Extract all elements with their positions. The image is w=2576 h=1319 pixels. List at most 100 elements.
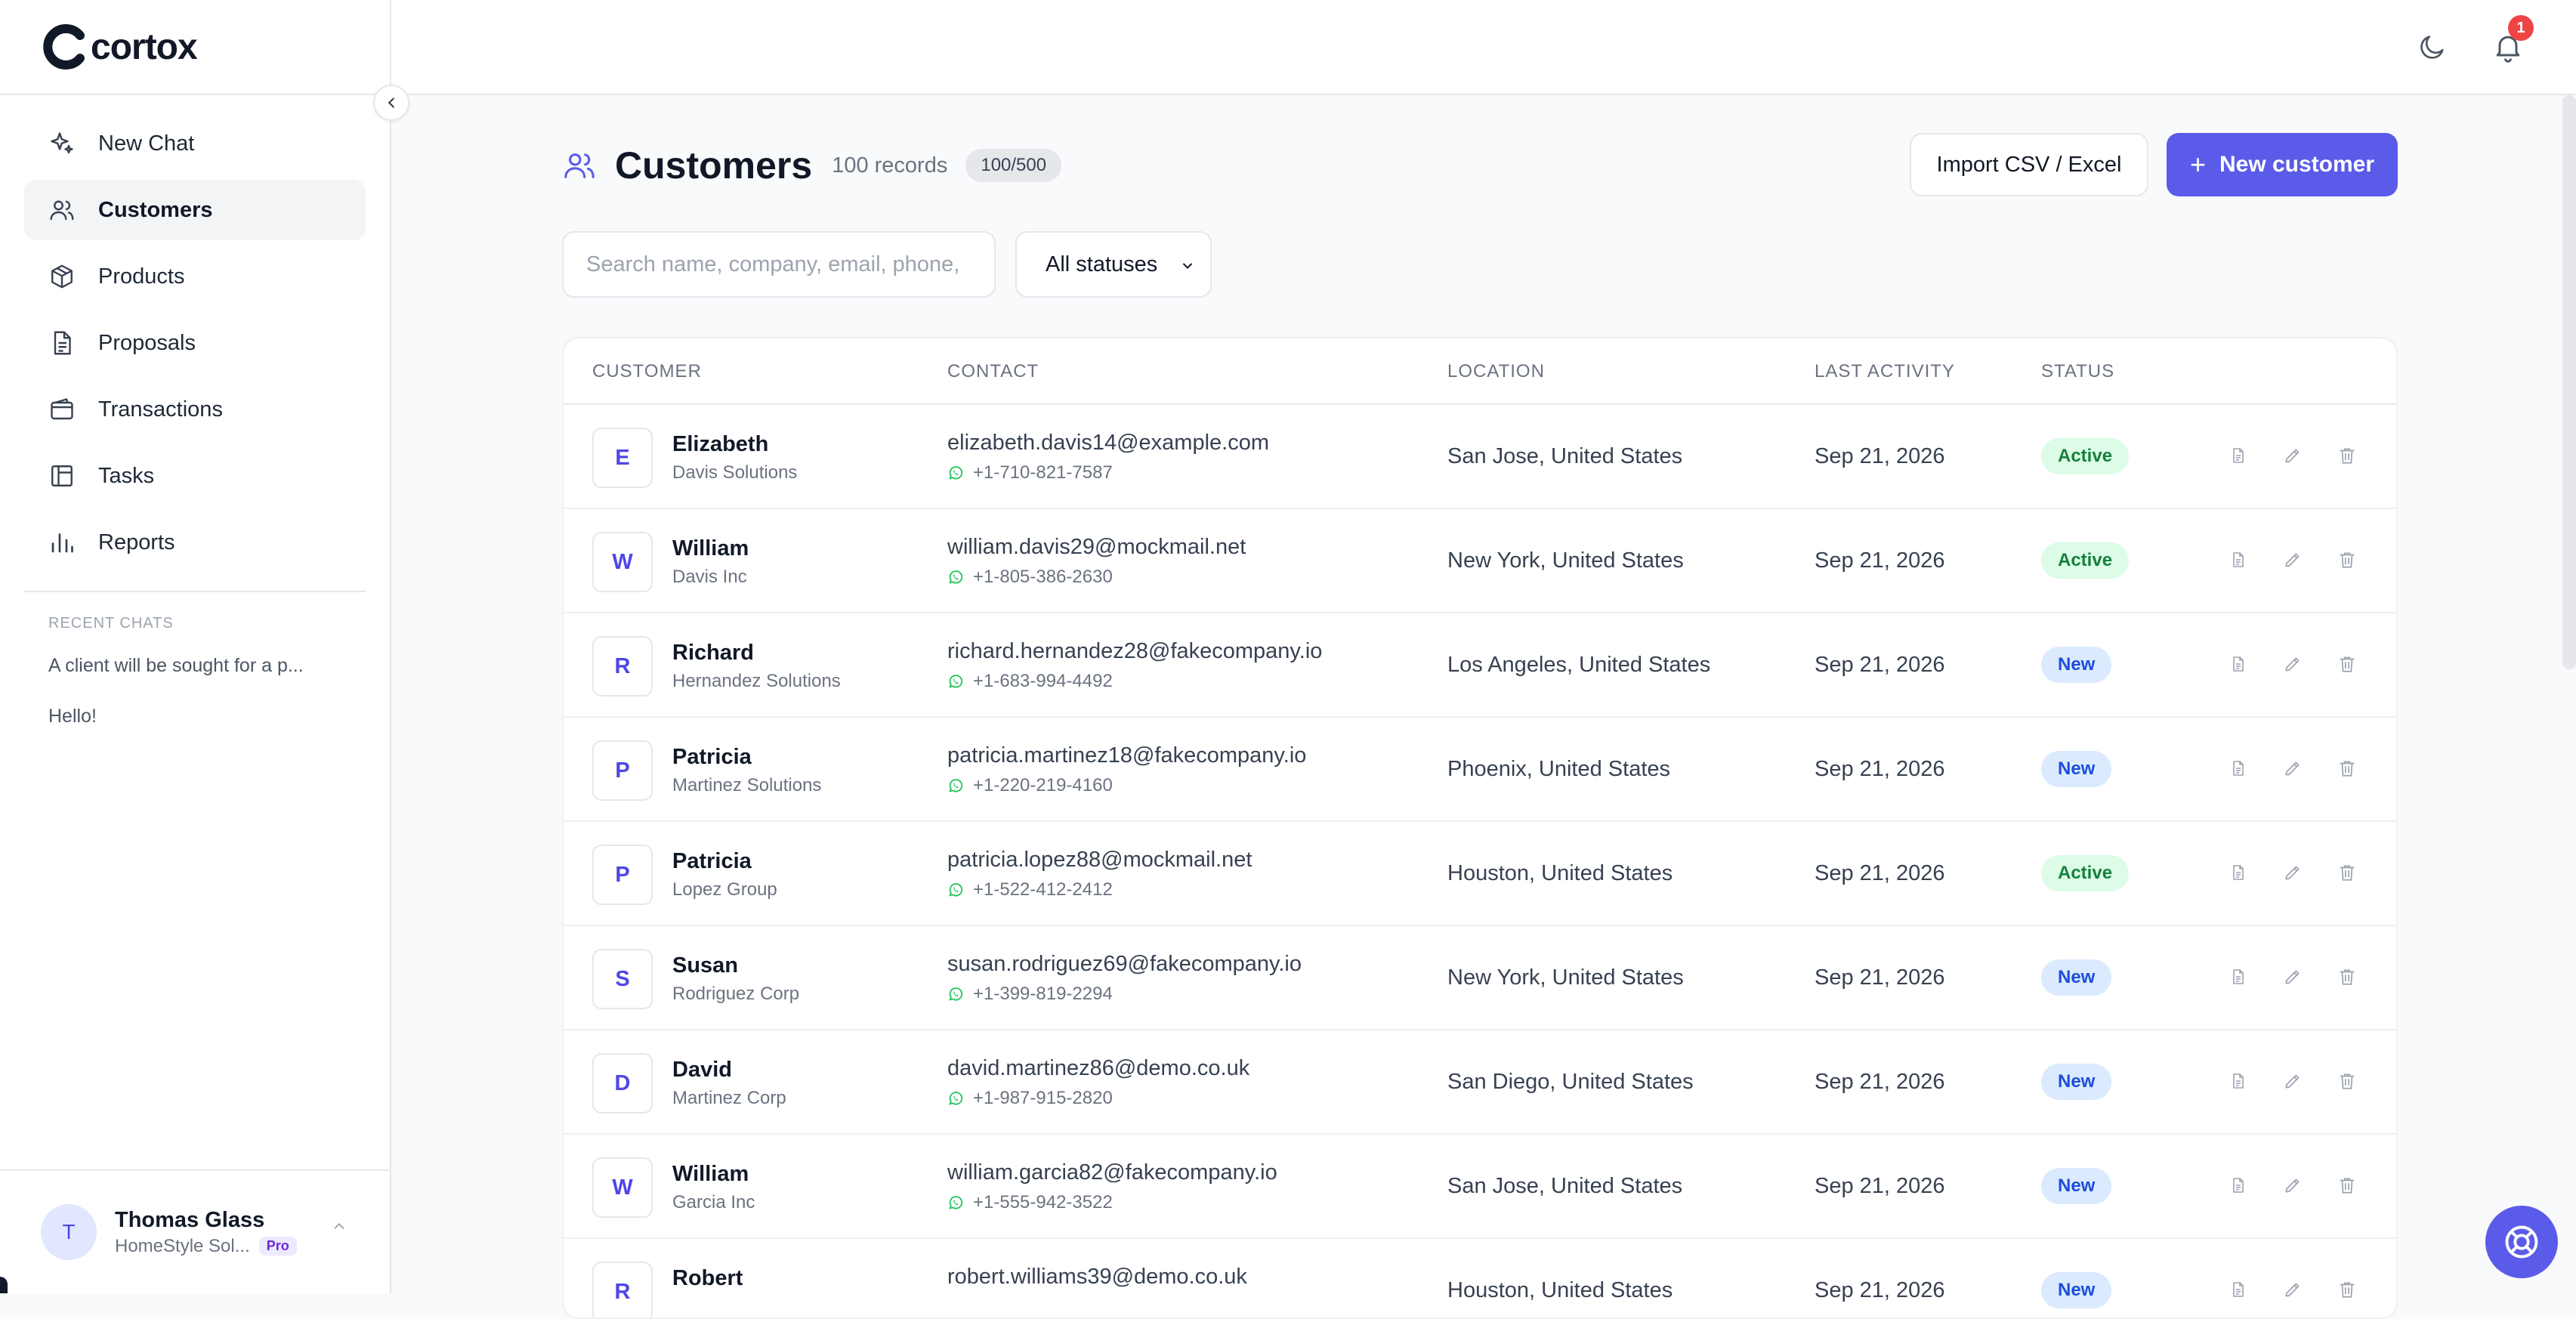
customer-phone[interactable]: +1-522-412-2412 xyxy=(947,879,1113,900)
help-button[interactable] xyxy=(2485,1206,2558,1278)
delete-button[interactable] xyxy=(2334,964,2360,990)
view-proposal-button[interactable] xyxy=(2225,1068,2251,1094)
recent-chat-item[interactable]: A client will be sought for a p... xyxy=(48,655,390,677)
delete-button[interactable] xyxy=(2334,1172,2360,1198)
delete-button[interactable] xyxy=(2334,860,2360,885)
sidebar-collapse-button[interactable] xyxy=(373,85,409,121)
customer-name[interactable]: Elizabeth xyxy=(672,432,768,457)
customer-email[interactable]: susan.rodriguez69@fakecompany.io xyxy=(947,952,1302,977)
customer-email[interactable]: richard.hernandez28@fakecompany.io xyxy=(947,639,1322,664)
delete-button[interactable] xyxy=(2334,547,2360,573)
customer-email[interactable]: william.davis29@mockmail.net xyxy=(947,535,1246,560)
edit-button[interactable] xyxy=(2280,860,2306,885)
sidebar-item-customers[interactable]: Customers xyxy=(24,180,366,240)
recent-chat-item[interactable]: Hello! xyxy=(48,706,390,727)
table-row[interactable]: DDavidMartinez Corpdavid.martinez86@demo… xyxy=(564,1030,2396,1135)
table-row[interactable]: PPatriciaMartinez Solutionspatricia.mart… xyxy=(564,718,2396,822)
customer-email[interactable]: patricia.martinez18@fakecompany.io xyxy=(947,743,1306,768)
view-proposal-button[interactable] xyxy=(2225,1277,2251,1302)
customer-name[interactable]: David xyxy=(672,1058,732,1083)
table-row[interactable]: WWilliamGarcia Incwilliam.garcia82@fakec… xyxy=(564,1135,2396,1239)
user-org-name: HomeStyle Sol... xyxy=(115,1236,250,1257)
user-menu[interactable]: T Thomas Glass HomeStyle Sol... Pro xyxy=(0,1169,390,1293)
customer-phone[interactable]: +1-805-386-2630 xyxy=(947,567,1113,588)
customer-phone[interactable]: +1-683-994-4492 xyxy=(947,671,1113,692)
moon-icon[interactable] xyxy=(2417,32,2448,62)
customer-email[interactable]: patricia.lopez88@mockmail.net xyxy=(947,848,1252,873)
chevron-left-icon xyxy=(383,94,400,111)
column-header-contact[interactable]: CONTACT xyxy=(947,361,1039,382)
customer-name[interactable]: Robert xyxy=(672,1266,743,1291)
table-row[interactable]: PPatriciaLopez Grouppatricia.lopez88@moc… xyxy=(564,822,2396,926)
customer-phone[interactable]: +1-399-819-2294 xyxy=(947,984,1113,1005)
new-customer-button[interactable]: + New customer xyxy=(2167,133,2398,196)
column-header-last-activity[interactable]: LAST ACTIVITY xyxy=(1815,361,1955,382)
import-button[interactable]: Import CSV / Excel xyxy=(1910,133,2148,196)
table-row[interactable]: EElizabethDavis Solutionselizabeth.davis… xyxy=(564,405,2396,509)
sidebar-item-reports[interactable]: Reports xyxy=(24,512,366,573)
edit-button[interactable] xyxy=(2280,964,2306,990)
view-proposal-button[interactable] xyxy=(2225,755,2251,781)
table-row[interactable]: WWilliamDavis Incwilliam.davis29@mockmai… xyxy=(564,509,2396,613)
sidebar-item-transactions[interactable]: Transactions xyxy=(24,379,366,440)
customer-phone[interactable]: +1-555-942-3522 xyxy=(947,1192,1113,1213)
customer-email[interactable]: elizabeth.davis14@example.com xyxy=(947,431,1269,456)
sidebar-item-label: New Chat xyxy=(98,131,194,156)
view-proposal-button[interactable] xyxy=(2225,964,2251,990)
customer-name[interactable]: Susan xyxy=(672,953,738,978)
delete-button[interactable] xyxy=(2334,755,2360,781)
sidebar-item-label: Transactions xyxy=(98,397,223,422)
view-proposal-button[interactable] xyxy=(2225,1172,2251,1198)
customer-name[interactable]: Patricia xyxy=(672,849,752,874)
view-proposal-button[interactable] xyxy=(2225,443,2251,468)
delete-button[interactable] xyxy=(2334,651,2360,677)
table-row[interactable]: RRichardHernandez Solutionsrichard.herna… xyxy=(564,613,2396,718)
edit-button[interactable] xyxy=(2280,1172,2306,1198)
main-content: Customers 100 records 100/500 Import CSV… xyxy=(391,95,2576,1293)
edit-button[interactable] xyxy=(2280,651,2306,677)
scrollbar[interactable] xyxy=(2562,95,2576,669)
column-header-location[interactable]: LOCATION xyxy=(1447,361,1545,382)
customer-name[interactable]: William xyxy=(672,1162,749,1187)
customer-phone[interactable]: +1-710-821-7587 xyxy=(947,462,1113,483)
edit-button[interactable] xyxy=(2280,547,2306,573)
customer-name[interactable]: William xyxy=(672,536,749,561)
sidebar-item-products[interactable]: Products xyxy=(24,246,366,307)
edit-button[interactable] xyxy=(2280,1068,2306,1094)
logo[interactable]: cortox xyxy=(0,0,390,95)
customer-email[interactable]: robert.williams39@demo.co.uk xyxy=(947,1265,1247,1290)
column-header-status[interactable]: STATUS xyxy=(2041,361,2114,382)
delete-button[interactable] xyxy=(2334,1068,2360,1094)
row-actions xyxy=(2225,651,2389,677)
document-icon xyxy=(48,329,76,357)
customer-company: Rodriguez Corp xyxy=(672,984,799,1005)
view-proposal-button[interactable] xyxy=(2225,860,2251,885)
sidebar-item-tasks[interactable]: Tasks xyxy=(24,446,366,506)
customer-name[interactable]: Patricia xyxy=(672,745,752,770)
customer-email[interactable]: william.garcia82@fakecompany.io xyxy=(947,1160,1277,1185)
sidebar-item-new-chat[interactable]: New Chat xyxy=(24,113,366,174)
column-header-customer[interactable]: CUSTOMER xyxy=(592,361,702,382)
delete-button[interactable] xyxy=(2334,443,2360,468)
notifications-button[interactable]: 1 xyxy=(2491,30,2525,63)
edit-button[interactable] xyxy=(2280,755,2306,781)
phone-number: +1-987-915-2820 xyxy=(973,1088,1113,1109)
search-input[interactable] xyxy=(562,231,996,298)
edit-button[interactable] xyxy=(2280,1277,2306,1302)
customer-phone[interactable]: +1-220-219-4160 xyxy=(947,775,1113,796)
sidebar-item-proposals[interactable]: Proposals xyxy=(24,313,366,373)
view-proposal-button[interactable] xyxy=(2225,547,2251,573)
customer-name[interactable]: Richard xyxy=(672,641,754,666)
status-filter-select[interactable]: All statuses xyxy=(1015,231,1212,298)
customer-phone[interactable]: +1-987-915-2820 xyxy=(947,1088,1113,1109)
table-row[interactable]: RRobertrobert.williams39@demo.co.ukHoust… xyxy=(564,1239,2396,1319)
edit-button[interactable] xyxy=(2280,443,2306,468)
table-row[interactable]: SSusanRodriguez Corpsusan.rodriguez69@fa… xyxy=(564,926,2396,1030)
delete-button[interactable] xyxy=(2334,1277,2360,1302)
customer-email[interactable]: david.martinez86@demo.co.uk xyxy=(947,1056,1249,1081)
view-proposal-button[interactable] xyxy=(2225,651,2251,677)
pencil-icon xyxy=(2283,654,2303,674)
plus-icon: + xyxy=(2190,149,2206,181)
phone-number: +1-805-386-2630 xyxy=(973,567,1113,588)
pencil-icon xyxy=(2283,1071,2303,1091)
